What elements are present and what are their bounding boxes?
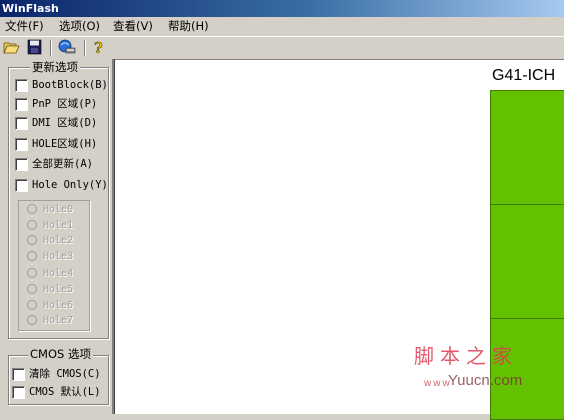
menu-bar: 文件(F) 选项(O) 查看(V) 帮助(H) bbox=[0, 17, 564, 37]
menu-view[interactable]: 查看(V) bbox=[113, 19, 153, 34]
toolbar-separator bbox=[50, 40, 52, 56]
toolbar-separator bbox=[84, 40, 86, 56]
checkbox-box[interactable] bbox=[12, 368, 25, 381]
radio-label: Hole5 bbox=[43, 284, 74, 295]
watermark-url: Yuucn.com bbox=[448, 372, 523, 389]
flash-button[interactable] bbox=[57, 39, 77, 57]
radio-label: Hole6 bbox=[43, 300, 74, 311]
checkbox-label: 全部更新(A) bbox=[32, 158, 93, 170]
help-button[interactable]: ? bbox=[90, 39, 110, 58]
open-folder-icon bbox=[3, 42, 20, 54]
radio-label: Hole4 bbox=[43, 268, 74, 279]
radio-circle[interactable] bbox=[27, 235, 37, 245]
radio-label: Hole0 bbox=[43, 204, 74, 215]
radio-label: Hole2 bbox=[43, 235, 74, 246]
checkbox-box[interactable] bbox=[15, 117, 28, 130]
svg-text:?: ? bbox=[94, 39, 103, 55]
radio-label: Hole7 bbox=[43, 315, 74, 326]
checkbox-label: HOLE区域(H) bbox=[32, 138, 98, 150]
checkbox-label: 清除 CMOS(C) bbox=[29, 368, 101, 380]
menu-help[interactable]: 帮助(H) bbox=[168, 19, 209, 34]
save-button[interactable] bbox=[26, 39, 46, 57]
window-title-bar[interactable]: WinFlash bbox=[0, 0, 564, 17]
flash-block[interactable] bbox=[490, 204, 564, 320]
checkbox-box[interactable] bbox=[15, 179, 28, 192]
checkbox-box[interactable] bbox=[12, 386, 25, 399]
help-icon: ? bbox=[94, 39, 104, 58]
menu-file[interactable]: 文件(F) bbox=[5, 19, 44, 34]
options-pane: 更新选项 BootBlock(B) PnP 区域(P) DMI 区域(D) HO… bbox=[0, 59, 112, 414]
open-button[interactable] bbox=[3, 39, 23, 57]
checkbox-label: CMOS 默认(L) bbox=[29, 386, 101, 398]
checkbox-box[interactable] bbox=[15, 79, 28, 92]
update-options-title: 更新选项 bbox=[30, 60, 80, 74]
watermark-text: 脚本之家 bbox=[414, 344, 518, 368]
checkbox-label: BootBlock(B) bbox=[32, 79, 108, 91]
radio-circle[interactable] bbox=[27, 268, 37, 278]
radio-circle[interactable] bbox=[27, 300, 37, 310]
radio-label: Hole1 bbox=[43, 220, 74, 231]
flash-block[interactable] bbox=[490, 318, 564, 420]
toolbar: ? bbox=[0, 36, 564, 60]
flash-update-icon bbox=[58, 39, 76, 54]
window-title: WinFlash bbox=[2, 2, 59, 15]
radio-circle[interactable] bbox=[27, 220, 37, 230]
radio-circle[interactable] bbox=[27, 315, 37, 325]
menu-options[interactable]: 选项(O) bbox=[59, 19, 100, 34]
radio-circle[interactable] bbox=[27, 204, 37, 214]
cmos-options-title: CMOS 选项 bbox=[28, 347, 93, 361]
radio-label: Hole3 bbox=[43, 251, 74, 262]
save-disk-icon bbox=[27, 39, 42, 55]
checkbox-box[interactable] bbox=[15, 138, 28, 151]
checkbox-label: Hole Only(Y) bbox=[32, 179, 108, 191]
checkbox-box[interactable] bbox=[15, 158, 28, 171]
checkbox-box[interactable] bbox=[15, 98, 28, 111]
chip-title: G41-ICH bbox=[492, 67, 556, 84]
flash-block[interactable] bbox=[490, 90, 564, 206]
checkbox-label: DMI 区域(D) bbox=[32, 117, 98, 129]
radio-circle[interactable] bbox=[27, 251, 37, 261]
checkbox-label: PnP 区域(P) bbox=[32, 98, 98, 110]
radio-circle[interactable] bbox=[27, 284, 37, 294]
